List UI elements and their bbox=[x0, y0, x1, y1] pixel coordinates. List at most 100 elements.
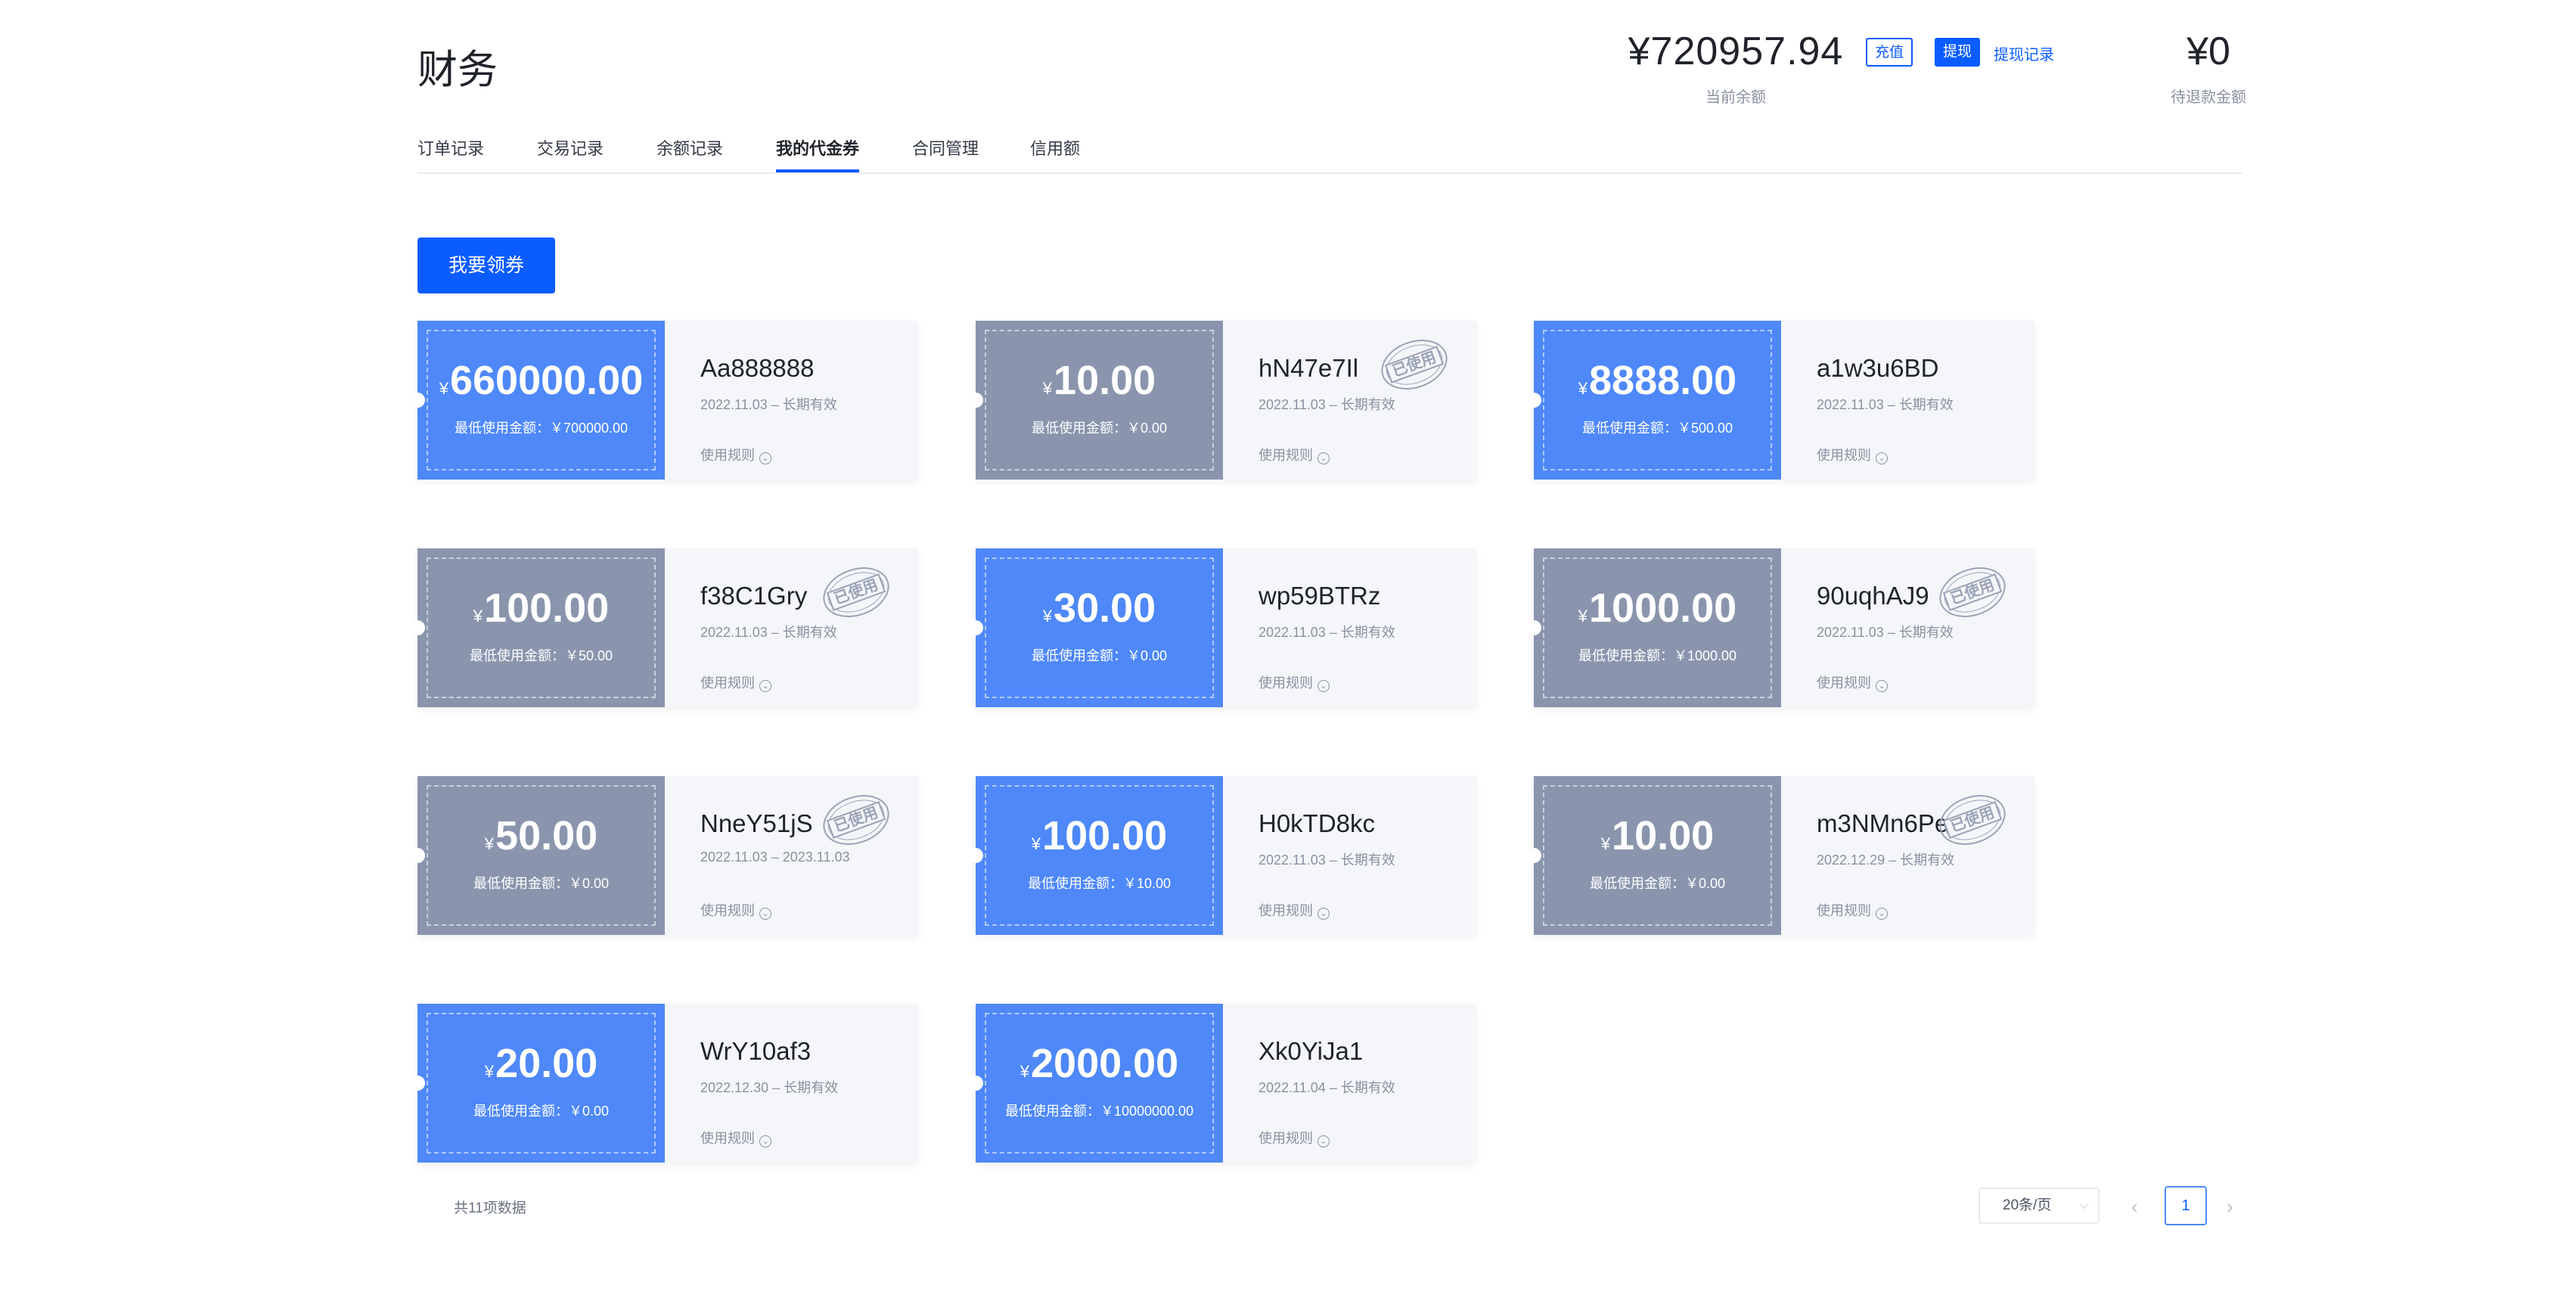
claim-voucher-button[interactable]: 我要领券 bbox=[417, 238, 555, 293]
voucher-rule-label: 使用规则 bbox=[700, 903, 755, 918]
voucher-amount-value: 100.00 bbox=[484, 585, 610, 631]
voucher-value-panel: ¥2000.00 最低使用金额：￥10000000.00 bbox=[968, 1004, 1223, 1163]
voucher-value-panel: ¥8888.00 最低使用金额：￥500.00 bbox=[1526, 321, 1781, 480]
used-stamp-label: 已使用 bbox=[1948, 803, 1997, 836]
voucher-min-use: 最低使用金额：￥0.00 bbox=[473, 876, 610, 891]
voucher-card[interactable]: ¥660000.00 最低使用金额：￥700000.00 Aa888888 20… bbox=[410, 321, 918, 480]
voucher-card[interactable]: ¥100.00 最低使用金额：￥50.00 f38C1Gry 2022.11.0… bbox=[410, 548, 918, 707]
used-stamp-label: 已使用 bbox=[1389, 348, 1439, 380]
voucher-rule-label: 使用规则 bbox=[1259, 675, 1313, 691]
voucher-amount: ¥30.00 bbox=[976, 585, 1223, 632]
chevron-down-icon: ⌄ bbox=[759, 452, 771, 464]
voucher-rule-label: 使用规则 bbox=[1817, 903, 1871, 918]
chevron-down-icon: ⌄ bbox=[1317, 908, 1330, 920]
voucher-min-use: 最低使用金额：￥0.00 bbox=[1031, 648, 1168, 663]
next-page-icon[interactable]: › bbox=[2227, 1195, 2233, 1219]
voucher-validity: 2022.12.30 – 长期有效 bbox=[700, 1080, 839, 1095]
voucher-amount-value: 50.00 bbox=[495, 813, 598, 859]
voucher-value-panel: ¥660000.00 最低使用金额：￥700000.00 bbox=[410, 321, 665, 480]
chevron-down-icon: ⌄ bbox=[759, 1135, 771, 1147]
tab-credit-limit[interactable]: 信用额 bbox=[1030, 136, 1080, 171]
chevron-down-icon: ⌄ bbox=[1876, 908, 1888, 920]
voucher-rule-link[interactable]: 使用规则 ⌄ bbox=[700, 672, 771, 692]
tab-contract-management[interactable]: 合同管理 bbox=[912, 136, 979, 171]
voucher-rule-link[interactable]: 使用规则 ⌄ bbox=[1817, 445, 1888, 464]
voucher-min-use: 最低使用金额：￥50.00 bbox=[469, 648, 613, 663]
voucher-card[interactable]: ¥100.00 最低使用金额：￥10.00 H0kTD8kc 2022.11.0… bbox=[968, 776, 1476, 935]
voucher-amount: ¥1000.00 bbox=[1534, 585, 1781, 632]
voucher-card[interactable]: ¥2000.00 最低使用金额：￥10000000.00 Xk0YiJa1 20… bbox=[968, 1004, 1476, 1163]
voucher-card[interactable]: ¥10.00 最低使用金额：￥0.00 hN47e7Il 2022.11.03 … bbox=[968, 321, 1476, 480]
voucher-validity: 2022.11.03 – 2023.11.03 bbox=[700, 849, 850, 865]
voucher-rule-link[interactable]: 使用规则 ⌄ bbox=[1817, 900, 1888, 920]
currency-symbol: ¥ bbox=[439, 379, 448, 398]
voucher-rule-label: 使用规则 bbox=[700, 675, 755, 691]
voucher-rule-link[interactable]: 使用规则 ⌄ bbox=[700, 445, 771, 464]
voucher-code: NneY51jS bbox=[700, 809, 813, 837]
voucher-code: a1w3u6BD bbox=[1817, 354, 1939, 382]
voucher-code: Xk0YiJa1 bbox=[1259, 1037, 1364, 1065]
voucher-card[interactable]: ¥1000.00 最低使用金额：￥1000.00 90uqhAJ9 2022.1… bbox=[1526, 548, 2034, 707]
voucher-min-use: 最低使用金额：￥0.00 bbox=[1031, 421, 1168, 436]
total-count: 共11项数据 bbox=[454, 1200, 526, 1216]
voucher-value-panel: ¥100.00 最低使用金额：￥10.00 bbox=[968, 776, 1223, 935]
used-stamp-icon: 已使用 bbox=[823, 567, 889, 617]
voucher-value-panel: ¥10.00 最低使用金额：￥0.00 bbox=[1526, 776, 1781, 935]
voucher-amount: ¥20.00 bbox=[417, 1040, 665, 1087]
used-stamp-icon: 已使用 bbox=[823, 795, 889, 845]
prev-page-icon[interactable]: ‹ bbox=[2131, 1195, 2138, 1219]
voucher-rule-link[interactable]: 使用规则 ⌄ bbox=[1817, 672, 1888, 692]
withdraw-button[interactable]: 提现 bbox=[1935, 38, 1981, 67]
voucher-validity: 2022.11.03 – 长期有效 bbox=[1817, 397, 1954, 412]
voucher-amount: ¥10.00 bbox=[976, 357, 1223, 404]
tab-balance-records[interactable]: 余额记录 bbox=[656, 136, 723, 171]
voucher-amount-value: 30.00 bbox=[1054, 585, 1156, 631]
voucher-rule-link[interactable]: 使用规则 ⌄ bbox=[1259, 1128, 1330, 1147]
tab-order-records[interactable]: 订单记录 bbox=[417, 136, 484, 171]
voucher-validity: 2022.11.03 – 长期有效 bbox=[1817, 625, 1954, 640]
voucher-code: 90uqhAJ9 bbox=[1817, 582, 1929, 610]
chevron-down-icon: ⌄ bbox=[1317, 452, 1330, 464]
voucher-code: WrY10af3 bbox=[700, 1037, 812, 1065]
used-stamp-label: 已使用 bbox=[1948, 576, 1997, 608]
tab-transaction-records[interactable]: 交易记录 bbox=[537, 136, 604, 171]
voucher-card[interactable]: ¥20.00 最低使用金额：￥0.00 WrY10af3 2022.12.30 … bbox=[410, 1004, 918, 1163]
voucher-code: H0kTD8kc bbox=[1259, 809, 1376, 837]
currency-symbol: ¥ bbox=[1020, 1062, 1030, 1081]
chevron-down-icon: ⌄ bbox=[759, 908, 771, 920]
voucher-code: m3NMn6Pe bbox=[1817, 809, 1949, 837]
used-stamp-icon: 已使用 bbox=[1939, 795, 2006, 845]
voucher-rule-label: 使用规则 bbox=[1259, 903, 1313, 918]
voucher-value-panel: ¥10.00 最低使用金额：￥0.00 bbox=[968, 321, 1223, 480]
voucher-card[interactable]: ¥30.00 最低使用金额：￥0.00 wp59BTRz 2022.11.03 … bbox=[968, 548, 1476, 707]
voucher-rule-link[interactable]: 使用规则 ⌄ bbox=[1259, 672, 1330, 692]
voucher-value-panel: ¥100.00 最低使用金额：￥50.00 bbox=[410, 548, 665, 707]
voucher-rule-link[interactable]: 使用规则 ⌄ bbox=[1259, 445, 1330, 464]
currency-symbol: ¥ bbox=[1042, 379, 1053, 398]
voucher-amount-value: 100.00 bbox=[1042, 813, 1168, 859]
tab-my-vouchers[interactable]: 我的代金券 bbox=[776, 136, 860, 172]
page-title: 财务 bbox=[417, 48, 498, 92]
tab-bar: 订单记录 交易记录 余额记录 我的代金券 合同管理 信用额 bbox=[417, 136, 2242, 174]
voucher-validity: 2022.11.03 – 长期有效 bbox=[1259, 625, 1395, 640]
voucher-amount: ¥100.00 bbox=[976, 812, 1223, 859]
page-size-select[interactable]: 20条/页 ⌵ bbox=[1979, 1188, 2100, 1224]
used-stamp-icon: 已使用 bbox=[1381, 340, 1448, 390]
voucher-card[interactable]: ¥10.00 最低使用金额：￥0.00 m3NMn6Pe 2022.12.29 … bbox=[1526, 776, 2034, 935]
withdraw-record-link[interactable]: 提现记录 bbox=[1994, 42, 2054, 64]
voucher-amount-value: 10.00 bbox=[1612, 813, 1715, 859]
voucher-rule-link[interactable]: 使用规则 ⌄ bbox=[700, 1128, 771, 1147]
voucher-min-use: 最低使用金额：￥1000.00 bbox=[1578, 648, 1737, 663]
balance-amount: ¥720957.94 bbox=[1628, 29, 1844, 73]
currency-symbol: ¥ bbox=[1578, 379, 1588, 398]
current-page-button[interactable]: 1 bbox=[2165, 1186, 2207, 1225]
voucher-rule-link[interactable]: 使用规则 ⌄ bbox=[1259, 900, 1330, 920]
voucher-card[interactable]: ¥50.00 最低使用金额：￥0.00 NneY51jS 2022.11.03 … bbox=[410, 776, 918, 935]
voucher-rule-link[interactable]: 使用规则 ⌄ bbox=[700, 900, 771, 920]
recharge-button[interactable]: 充值 bbox=[1866, 38, 1913, 67]
currency-symbol: ¥ bbox=[484, 1062, 495, 1081]
voucher-min-use: 最低使用金额：￥10000000.00 bbox=[1004, 1104, 1194, 1119]
voucher-card[interactable]: ¥8888.00 最低使用金额：￥500.00 a1w3u6BD 2022.11… bbox=[1526, 321, 2034, 480]
voucher-min-use: 最低使用金额：￥0.00 bbox=[473, 1104, 610, 1119]
voucher-validity: 2022.11.03 – 长期有效 bbox=[1259, 397, 1395, 412]
